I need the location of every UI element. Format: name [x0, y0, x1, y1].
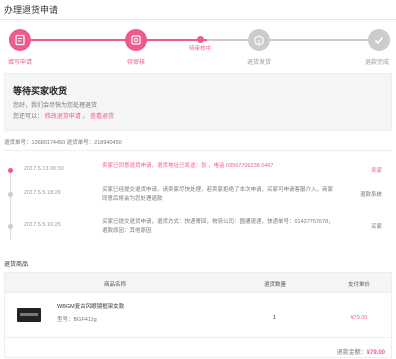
header-qty: 退货数量 — [263, 282, 287, 288]
shop-review-icon — [131, 35, 141, 45]
timeline-dot — [8, 168, 13, 173]
status-actions: 您还可以： 修改退货申请 ， 查看退货 — [13, 111, 114, 120]
step-4 — [368, 29, 390, 51]
checkmark-icon — [374, 36, 384, 45]
product-thumbnail[interactable] — [17, 308, 41, 322]
header-price: 支付单价 — [347, 282, 371, 288]
timeline-entry: 2017.5.5 18:29 买家已经提交退货申请，请卖家尽快处理，若卖家拒绝了… — [4, 182, 392, 206]
timeline-text: 卖家已同意退货申请，退货地址已发送：张 ，电话 09567706238 0467 — [102, 163, 274, 169]
step-2 — [125, 29, 147, 51]
progress-steps: 填写申请 待审核 待审核中 退货发货 退款完成 — [0, 26, 396, 66]
goods-table-header: 商品名称 退货数量 支付单价 — [5, 273, 391, 293]
link-separator: ， — [82, 114, 89, 120]
modify-return-link[interactable]: 修改退货申请 — [45, 114, 81, 120]
package-return-icon — [254, 35, 264, 46]
product-price: ¥79.00 — [350, 315, 368, 321]
header-name: 商品名称 — [103, 282, 127, 288]
step-1-label: 填写申请 — [7, 60, 33, 66]
product-spec: 型号：BGF411g — [57, 317, 97, 323]
status-message: 您好，我们会尽快为您处理退货 — [13, 103, 98, 109]
timeline-time: 2017.5.5 18:29 — [24, 190, 61, 196]
timeline-entry: 2017.5.5 16:25 买家已提交退货申请，退货方式：快递寄回，物流公司：… — [4, 214, 392, 238]
info-divider — [4, 150, 392, 151]
step-line-1 — [31, 39, 136, 41]
current-step-dot — [197, 36, 204, 43]
product-qty: 1 — [273, 315, 277, 321]
timeline-dot — [8, 224, 13, 229]
step-1 — [9, 29, 31, 51]
table-row: WBGM复古风眼镜框架女款 型号：BGF411g 1 ¥79.00 — [5, 294, 391, 338]
timeline-dot — [8, 192, 13, 197]
step-3-label: 退货发货 — [246, 60, 272, 66]
timeline-time: 2017.5.13 00:30 — [24, 166, 64, 172]
goods-section-title: 退货商品 — [4, 262, 29, 268]
timeline-text: 买家已提交退货申请，退货方式：快递寄回，物流公司：圆通速递，快递单号：01437… — [102, 219, 334, 234]
refund-total-amount: ¥79.00 — [366, 350, 385, 356]
view-return-link[interactable]: 查看退货 — [90, 114, 114, 120]
timeline-actor: 退款系统 — [359, 192, 382, 198]
timeline-entry: 2017.5.13 00:30 卖家已同意退货申请，退货地址已发送：张 ，电话 … — [4, 158, 392, 182]
product-name[interactable]: WBGM复古风眼镜框架女款 — [57, 302, 124, 310]
goods-table: 商品名称 退货数量 支付单价 WBGM复古风眼镜框架女款 型号：BGF411g … — [4, 272, 392, 358]
refund-total-label: 退款金额： — [336, 350, 367, 356]
status-actions-prefix: 您还可以： — [13, 114, 44, 120]
timeline-actor: 买家 — [370, 224, 382, 230]
form-edit-icon — [15, 34, 25, 46]
step-3 — [248, 29, 270, 51]
timeline-time: 2017.5.5 16:25 — [24, 222, 61, 228]
page-title: 办理退货申请 — [4, 5, 59, 15]
step-line-4 — [266, 39, 376, 41]
step-4-label: 退款完成 — [364, 60, 390, 66]
status-panel: 等待买家收货 您好，我们会尽快为您处理退货 您还可以： 修改退货申请 ， 查看退… — [4, 73, 392, 131]
status-title: 等待买家收货 — [13, 86, 68, 96]
title-divider — [0, 19, 396, 20]
timeline-text: 买家已经提交退货申请，请卖家尽快处理，若卖家拒绝了本次申请，买家可申请客服介入，… — [102, 187, 334, 202]
timeline-actor: 卖家 — [370, 168, 382, 174]
step-2-label: 待审核 — [126, 60, 146, 66]
refund-total: 退款金额：¥79.00 — [337, 347, 385, 356]
order-info: 退货单号：13680174450 退货单号：218940450 — [4, 140, 122, 146]
current-step-label: 待审核中 — [188, 46, 212, 52]
